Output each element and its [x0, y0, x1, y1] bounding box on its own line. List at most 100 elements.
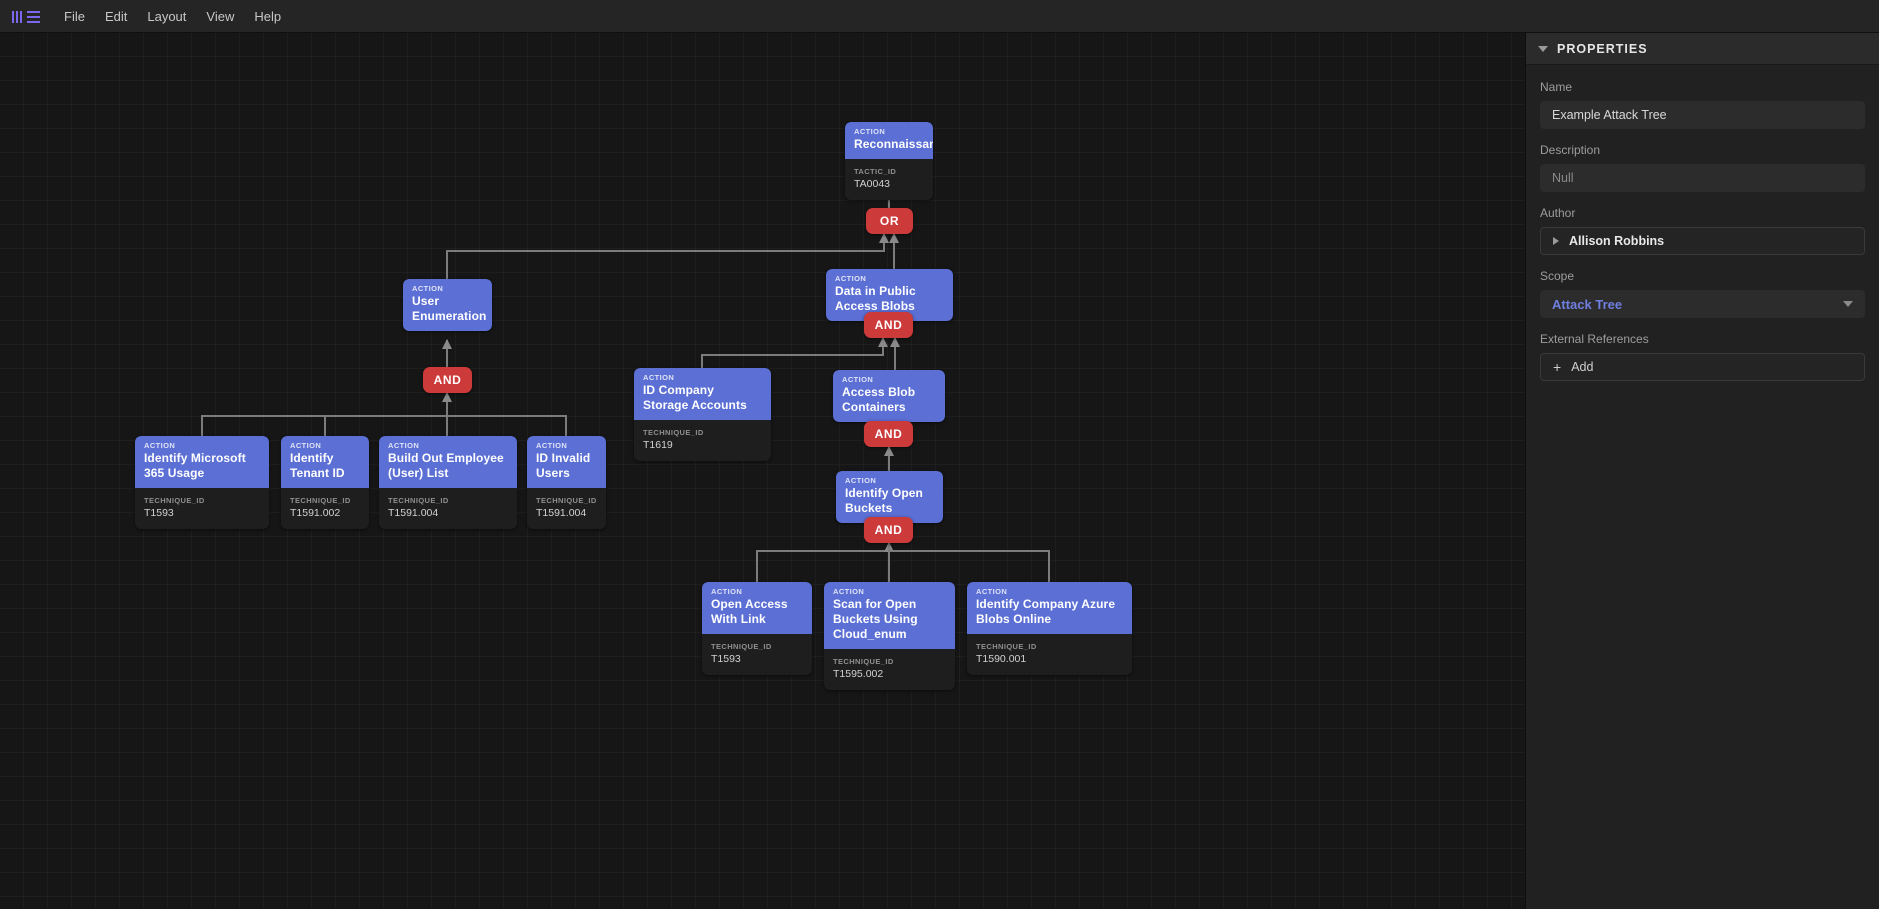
logic-gate-and-blob-containers[interactable]: AND [864, 421, 913, 447]
node-field-value: T1593 [711, 653, 741, 665]
properties-header[interactable]: PROPERTIES [1526, 33, 1879, 65]
tree-node-identify-company-azure-blobs-online[interactable]: ACTION Identify Company Azure Blobs Onlin… [967, 582, 1132, 675]
node-title: Open Access With Link [711, 597, 788, 626]
node-kind-label: ACTION [845, 476, 877, 485]
menu-item-view[interactable]: View [196, 4, 244, 29]
plus-icon: + [1553, 359, 1562, 375]
node-title: Access Blob Containers [842, 385, 916, 414]
tree-node-identify-microsoft-365-usage[interactable]: ACTION Identify Microsoft 365 Usage TECHNI… [135, 436, 269, 529]
node-body: TECHNIQUE_ID T1591.002 [281, 488, 369, 529]
node-field-value: TA0043 [854, 178, 890, 190]
menu-item-edit[interactable]: Edit [95, 4, 137, 29]
node-field-label: TECHNIQUE_ID [711, 642, 772, 651]
menu-bar: File Edit Layout View Help [0, 0, 1879, 33]
author-group: Author Allison Robbins [1540, 205, 1865, 255]
node-field-label: TECHNIQUE_ID [290, 496, 351, 505]
node-field-label: TECHNIQUE_ID [144, 496, 205, 505]
node-header: ACTIONReconnaissance [845, 122, 933, 159]
node-body: TECHNIQUE_ID T1595.002 [824, 649, 955, 690]
node-title: ID Company Storage Accounts [643, 383, 747, 412]
description-group: Description Null [1540, 142, 1865, 192]
properties-body: Name Example Attack Tree Description Nul… [1526, 65, 1879, 381]
attack-tree-canvas[interactable]: ACTIONReconnaissanceTACTIC_IDTA0043ACTIO… [0, 33, 1525, 909]
node-title: Build Out Employee (User) List [388, 451, 504, 480]
node-field-label: TACTIC_ID [854, 167, 897, 176]
logic-gate-and-open-buckets[interactable]: AND [864, 517, 913, 543]
node-header: ACTION Access Blob Containers [833, 370, 945, 422]
layers-icon[interactable] [12, 9, 40, 23]
description-label: Description [1540, 143, 1601, 157]
node-kind-label: ACTION [835, 274, 867, 283]
scope-value: Attack Tree [1552, 296, 1623, 312]
name-group: Name Example Attack Tree [1540, 79, 1865, 129]
logic-gate-and-user-enum[interactable]: AND [423, 367, 472, 393]
node-title: Scan for Open Buckets Using Cloud_enum [833, 597, 918, 641]
node-title: User Enumeration [412, 294, 487, 323]
tree-node-identify-open-buckets[interactable]: ACTION Identify Open Buckets [836, 471, 943, 523]
node-header: ACTION ID Invalid Users [527, 436, 606, 488]
name-input[interactable]: Example Attack Tree [1540, 101, 1865, 129]
node-field-label: TECHNIQUE_ID [976, 642, 1037, 651]
node-title: Identify Open Buckets [845, 486, 923, 515]
node-field-label: TECHNIQUE_ID [388, 496, 449, 505]
tree-node-user-enumeration[interactable]: ACTION User Enumeration [403, 279, 492, 331]
node-body: TECHNIQUE_ID T1593 [135, 488, 269, 529]
external-references-label: External References [1540, 332, 1649, 346]
node-header: ACTION Identify Microsoft 365 Usage [135, 436, 269, 488]
node-kind-label: ACTION [388, 441, 420, 450]
scope-select[interactable]: Attack Tree [1540, 290, 1865, 318]
description-input[interactable]: Null [1540, 164, 1865, 192]
logic-gate-and-public-blobs[interactable]: AND [864, 312, 913, 338]
tree-node-build-out-employee-user-list[interactable]: ACTION Build Out Employee (User) List TECH… [379, 436, 517, 529]
node-field-value: T1591.004 [388, 507, 439, 519]
add-external-reference-button[interactable]: + Add [1540, 353, 1865, 381]
node-title: Reconnaissance [854, 137, 933, 151]
menu-item-help[interactable]: Help [244, 4, 291, 29]
tree-node-reconnaissance[interactable]: ACTIONReconnaissance TACTIC_ID TA0043 [845, 122, 933, 200]
logic-gate-or-root[interactable]: OR [866, 208, 913, 234]
node-header: ACTION Build Out Employee (User) List [379, 436, 517, 488]
node-field-value: T1591.004 [536, 507, 587, 519]
tree-node-id-company-storage-accounts[interactable]: ACTION ID Company Storage Accounts TECHNIQ… [634, 368, 771, 461]
node-kind-label: ACTION [833, 587, 865, 596]
chevron-down-icon[interactable] [1538, 45, 1548, 52]
node-kind-label: ACTION [290, 441, 322, 450]
menu-item-layout[interactable]: Layout [137, 4, 196, 29]
node-header: ACTION Identify Company Azure Blobs Onlin… [967, 582, 1132, 634]
node-body: TECHNIQUE_ID T1593 [702, 634, 812, 675]
chevron-down-icon[interactable] [1843, 301, 1853, 307]
author-field[interactable]: Allison Robbins [1540, 227, 1865, 255]
add-label: Add [1571, 360, 1594, 374]
author-label: Author [1540, 206, 1576, 220]
menu-item-file[interactable]: File [54, 4, 95, 29]
tree-node-access-blob-containers[interactable]: ACTION Access Blob Containers [833, 370, 945, 422]
chevron-right-icon[interactable] [1553, 237, 1559, 245]
node-header: ACTION Identify Tenant ID [281, 436, 369, 488]
node-body: TACTIC_ID TA0043 [845, 159, 933, 200]
node-header: ACTION ID Company Storage Accounts [634, 368, 771, 420]
node-kind-label: ACTION [643, 373, 675, 382]
node-body: TECHNIQUE_ID T1591.004 [379, 488, 517, 529]
properties-title: PROPERTIES [1557, 41, 1648, 56]
node-kind-label: ACTION [842, 375, 874, 384]
node-field-value: T1591.002 [290, 507, 341, 519]
tree-node-scan-for-open-buckets-using-cloud-enum[interactable]: ACTION Scan for Open Buckets Using Cloud_… [824, 582, 955, 690]
node-title: Identify Tenant ID [290, 451, 345, 480]
scope-group: Scope Attack Tree [1540, 268, 1865, 318]
node-body: TECHNIQUE_ID T1591.004 [527, 488, 606, 529]
node-body: TECHNIQUE_ID T1619 [634, 420, 771, 461]
node-kind-label: ACTION [854, 127, 886, 136]
node-kind-label: ACTION [412, 284, 444, 293]
name-label: Name [1540, 80, 1573, 94]
tree-node-open-access-with-link[interactable]: ACTION Open Access With Link TECHNIQUE_ID T… [702, 582, 812, 675]
properties-panel: PROPERTIES Name Example Attack Tree Desc… [1525, 33, 1879, 909]
node-kind-label: ACTION [711, 587, 743, 596]
node-field-value: T1593 [144, 507, 174, 519]
node-field-label: TECHNIQUE_ID [833, 657, 894, 666]
tree-node-id-invalid-users[interactable]: ACTION ID Invalid Users TECHNIQUE_ID T1591.… [527, 436, 606, 529]
author-value: Allison Robbins [1569, 234, 1665, 248]
tree-node-identify-tenant-id[interactable]: ACTION Identify Tenant ID TECHNIQUE_ID T159… [281, 436, 369, 529]
node-title: Data in Public Access Blobs [835, 284, 916, 313]
node-title: Identify Company Azure Blobs Online [976, 597, 1116, 626]
node-title: ID Invalid Users [536, 451, 591, 480]
